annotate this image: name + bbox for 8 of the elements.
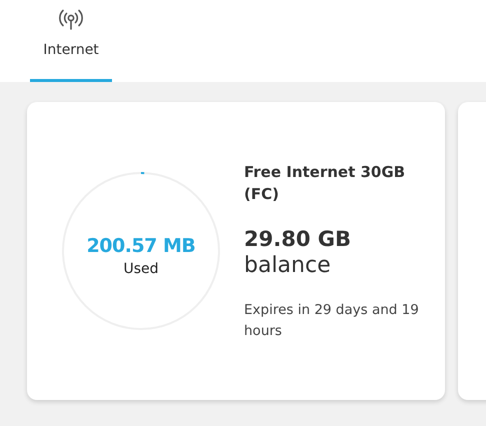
used-amount: 200.57 MB xyxy=(86,235,196,257)
balance-label: balance xyxy=(244,252,332,278)
balance-amount: 29.80 GB xyxy=(244,226,352,250)
expiry-text: Expires in 29 days and 19 hours xyxy=(244,300,420,340)
internet-tab[interactable]: Internet xyxy=(30,0,112,82)
plan-name: Free Internet 30GB (FC) xyxy=(244,162,406,204)
antenna-icon xyxy=(58,8,84,32)
used-label: Used xyxy=(123,261,159,277)
